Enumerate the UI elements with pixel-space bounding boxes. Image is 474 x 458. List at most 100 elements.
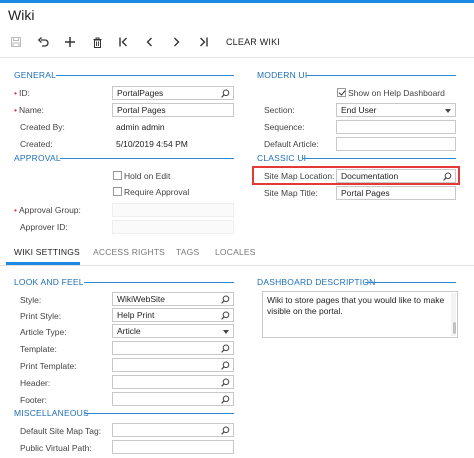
- id-label: • ID:: [14, 88, 30, 98]
- footer-field[interactable]: [112, 392, 234, 406]
- approval-section-header: APPROVAL: [14, 153, 61, 163]
- dashboard-description-section-header: DASHBOARD DESCRIPTION: [257, 277, 376, 287]
- miscellaneous-section-line: [84, 413, 234, 414]
- general-section-header: GENERAL: [14, 70, 57, 80]
- default-article-label: Default Article:: [264, 139, 319, 149]
- article-type-select[interactable]: Article: [112, 324, 234, 338]
- public-virtual-path-field[interactable]: [112, 440, 234, 454]
- dashboard-description-section-line: [365, 282, 456, 283]
- search-icon: [221, 311, 230, 320]
- default-site-map-tag-field[interactable]: [112, 423, 234, 437]
- dropdown-icon: [445, 109, 451, 113]
- first-record-button[interactable]: [115, 34, 131, 50]
- name-label: • Name:: [14, 105, 45, 115]
- default-article-field[interactable]: [336, 137, 456, 151]
- toolbar: CLEAR WIKI: [0, 30, 474, 54]
- name-field[interactable]: Portal Pages: [112, 103, 234, 117]
- classic-ui-section-header: CLASSIC UI: [257, 153, 307, 163]
- approval-group-label: • Approval Group:: [14, 205, 81, 215]
- search-icon: [221, 378, 230, 387]
- tab-tags[interactable]: TAGS: [176, 247, 199, 257]
- first-icon: [118, 37, 127, 47]
- save-icon: [11, 37, 21, 47]
- site-map-title-field[interactable]: Portal Pages: [336, 186, 456, 200]
- created-by-label: Created By:: [20, 122, 65, 132]
- template-field[interactable]: [112, 341, 234, 355]
- search-icon: [221, 89, 230, 98]
- search-icon: [221, 344, 230, 353]
- print-template-field[interactable]: [112, 358, 234, 372]
- approver-id-label: Approver ID:: [20, 222, 68, 232]
- last-record-button[interactable]: [195, 34, 211, 50]
- style-field[interactable]: WikiWebSite: [112, 292, 234, 306]
- active-tab-indicator: [6, 262, 80, 265]
- created-by-value: admin admin: [116, 122, 165, 132]
- scrollbar-thumb[interactable]: [453, 322, 456, 334]
- search-icon: [443, 172, 452, 181]
- search-icon: [221, 295, 230, 304]
- dashboard-description-textarea[interactable]: Wiki to store pages that you would like …: [262, 291, 458, 338]
- hold-on-edit-checkbox[interactable]: [113, 171, 122, 180]
- require-approval-label: Require Approval: [124, 187, 190, 197]
- modern-ui-section-line: [306, 75, 456, 76]
- id-field[interactable]: PortalPages: [112, 86, 234, 100]
- site-map-location-field[interactable]: Documentation: [336, 169, 456, 183]
- tab-locales[interactable]: LOCALES: [215, 247, 256, 257]
- modern-ui-section-header: MODERN UI: [257, 70, 308, 80]
- search-icon: [221, 426, 230, 435]
- section-label: Section:: [264, 105, 295, 115]
- clear-wiki-button[interactable]: CLEAR WIKI: [225, 34, 281, 50]
- undo-icon: [37, 37, 49, 47]
- header-label: Header:: [20, 378, 51, 388]
- site-map-title-label: Site Map Title:: [264, 188, 318, 198]
- tab-wiki-settings[interactable]: WIKI SETTINGS: [14, 247, 80, 257]
- show-on-help-dashboard-label: Show on Help Dashboard: [348, 88, 445, 98]
- search-icon: [221, 395, 230, 404]
- next-icon: [173, 37, 179, 47]
- default-site-map-tag-label: Default Site Map Tag:: [20, 426, 102, 436]
- hold-on-edit-label: Hold on Edit: [124, 171, 171, 181]
- print-template-label: Print Template:: [20, 361, 77, 371]
- last-icon: [199, 37, 208, 47]
- miscellaneous-section-header: MISCELLANEOUS: [14, 408, 89, 418]
- search-icon: [221, 361, 230, 370]
- tab-bar: WIKI SETTINGS ACCESS RIGHTS TAGS LOCALES: [0, 242, 474, 266]
- footer-label: Footer:: [20, 395, 47, 405]
- look-and-feel-section-line: [84, 282, 234, 283]
- classic-ui-section-line: [303, 158, 456, 159]
- template-label: Template:: [20, 344, 57, 354]
- delete-button[interactable]: [89, 34, 105, 50]
- general-section-line: [56, 75, 234, 76]
- sequence-field[interactable]: [336, 120, 456, 134]
- article-type-label: Article Type:: [20, 327, 67, 337]
- top-accent-bar: [0, 0, 474, 3]
- created-value: 5/10/2019 4:54 PM: [116, 139, 188, 149]
- dashboard-description-text: Wiki to store pages that you would like …: [267, 295, 445, 316]
- undo-button[interactable]: [35, 34, 51, 50]
- approval-section-line: [60, 158, 234, 159]
- require-approval-checkbox[interactable]: [113, 187, 122, 196]
- next-record-button[interactable]: [168, 34, 184, 50]
- toolbar-divider: [0, 57, 474, 58]
- approval-group-field[interactable]: [112, 203, 234, 217]
- header-field[interactable]: [112, 375, 234, 389]
- site-map-location-label: Site Map Location:: [264, 171, 335, 181]
- style-label: Style:: [20, 295, 42, 305]
- section-select[interactable]: End User: [336, 103, 456, 117]
- look-and-feel-section-header: LOOK AND FEEL: [14, 277, 84, 287]
- previous-record-button[interactable]: [141, 34, 157, 50]
- add-icon: [65, 37, 75, 47]
- print-style-field[interactable]: Help Print: [112, 308, 234, 322]
- page-title: Wiki: [8, 7, 35, 23]
- previous-icon: [146, 37, 152, 47]
- add-button[interactable]: [62, 34, 78, 50]
- dropdown-icon: [223, 330, 229, 334]
- delete-icon: [93, 37, 101, 48]
- save-button[interactable]: [9, 34, 23, 50]
- created-label: Created:: [20, 139, 53, 149]
- print-style-label: Print Style:: [20, 311, 62, 321]
- sequence-label: Sequence:: [264, 122, 305, 132]
- tab-access-rights[interactable]: ACCESS RIGHTS: [93, 247, 165, 257]
- approver-id-field[interactable]: [112, 220, 234, 234]
- show-on-help-dashboard-checkbox[interactable]: [337, 88, 346, 97]
